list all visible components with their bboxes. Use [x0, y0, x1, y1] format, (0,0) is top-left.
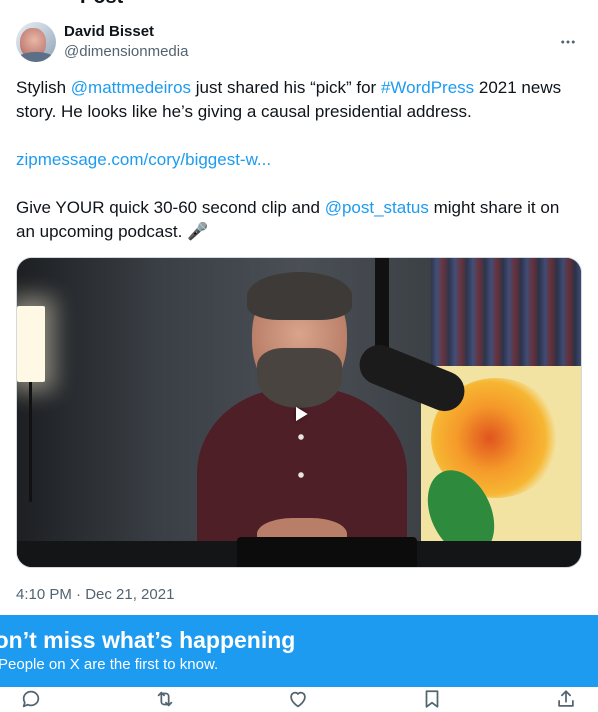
page-header-title: Post [80, 0, 123, 9]
author-display-name[interactable]: David Bisset [64, 22, 188, 42]
share-button[interactable] [555, 688, 577, 710]
mention-link-post-status[interactable]: @post_status [325, 198, 429, 217]
avatar[interactable] [16, 22, 56, 62]
video-light-panel [17, 306, 45, 382]
tweet-paragraph-1: Stylish @mattmedeiros just shared his “p… [16, 76, 580, 124]
reply-icon [22, 690, 40, 708]
play-icon[interactable] [291, 404, 311, 424]
video-media[interactable] [16, 257, 582, 568]
tweet-action-bar [0, 687, 598, 712]
author-handle[interactable]: @dimensionmedia [64, 42, 188, 62]
share-icon [558, 690, 574, 707]
more-options-button[interactable] [554, 28, 582, 56]
tweet-text-segment: Give YOUR quick 30-60 second clip and [16, 198, 325, 217]
mention-link-mattmedeiros[interactable]: @mattmedeiros [71, 78, 191, 97]
bookmark-icon [425, 690, 439, 708]
more-horizontal-icon [561, 40, 575, 44]
tweet-header: David Bisset @dimensionmedia [16, 20, 582, 64]
signup-banner: Don’t miss what’s happening People on X … [0, 615, 598, 687]
tweet-paragraph-3: Give YOUR quick 30-60 second clip and @p… [16, 196, 580, 244]
tweet-timestamp[interactable]: 4:10 PM · Dec 21, 2021 [16, 585, 174, 605]
hashtag-link-wordpress[interactable]: #WordPress [381, 78, 474, 97]
tweet-paragraph-2: zipmessage.com/cory/biggest-w... [16, 148, 580, 172]
banner-title: Don’t miss what’s happening [0, 627, 296, 653]
banner-subtitle: People on X are the first to know. [0, 656, 219, 673]
author-names: David Bisset @dimensionmedia [64, 22, 188, 62]
avatar-shirt [16, 52, 56, 62]
tweet-text-segment: Stylish [16, 78, 71, 97]
heart-icon [290, 691, 306, 708]
bookmark-button[interactable] [421, 688, 443, 710]
reply-button[interactable] [20, 688, 42, 710]
like-button[interactable] [287, 688, 309, 710]
tweet-text: Stylish @mattmedeiros just shared his “p… [16, 76, 580, 244]
external-url-link[interactable]: zipmessage.com/cory/biggest-w... [16, 150, 271, 169]
tweet-text-segment: just shared his “pick” for [191, 78, 381, 97]
retweet-button[interactable] [154, 688, 176, 710]
retweet-icon [157, 691, 173, 707]
